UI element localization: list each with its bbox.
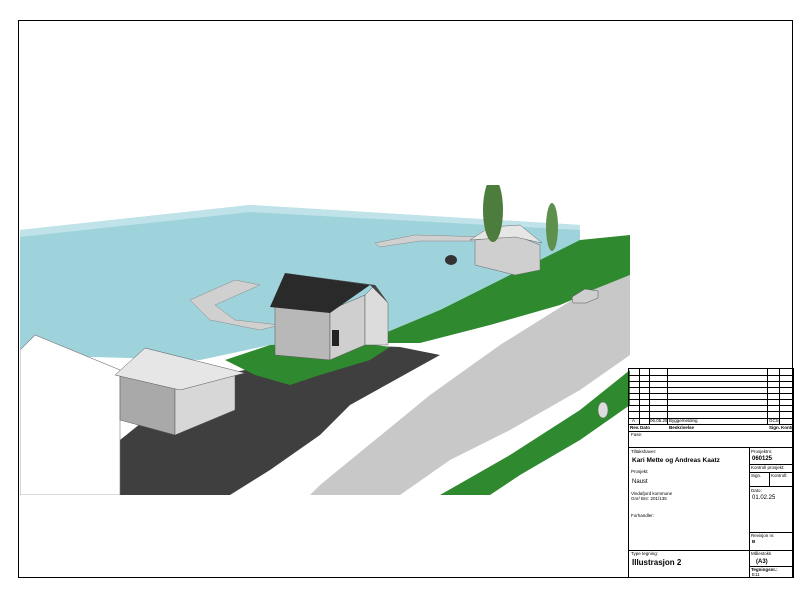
- tiltakshaver-value: Kari Mette og Andreas Kaatz: [632, 457, 720, 464]
- prosjekt-label: Prosjekt:: [631, 469, 649, 474]
- type-tegning-value: Illustrasjon 2: [632, 558, 682, 567]
- boathouse-wall-front: [274, 304, 331, 361]
- title-block: A 06.05.25 Byggemelding GCS Rev. Dato Be…: [628, 368, 794, 578]
- rev-date-value: 06.05.25: [650, 418, 668, 423]
- shrub: [445, 255, 457, 265]
- prosjektnr-label: Prosjektnr.: [751, 449, 773, 454]
- rev-header-description: Beskrivelse: [669, 425, 695, 430]
- revisjon-value: B: [752, 539, 756, 544]
- site-illustration: [20, 185, 630, 495]
- tree-right: [546, 203, 558, 251]
- rev-description-value: Byggemelding: [669, 418, 698, 423]
- prosjektnr-value: 060125: [752, 456, 773, 462]
- tiltakshaver-label: Tiltakshaver:: [631, 449, 657, 454]
- malestokk-value: (A3): [756, 559, 768, 565]
- house-left: [20, 334, 121, 495]
- fase-label: Fase:: [631, 432, 643, 437]
- rev-value: A: [632, 418, 636, 423]
- prosjekt-value: Naust: [632, 479, 648, 485]
- rev-header-rev: Rev.: [630, 425, 640, 430]
- sign-label: Sign.: [751, 473, 762, 478]
- rev-sign-value: GCS: [769, 418, 779, 423]
- boathouse-door: [332, 330, 339, 346]
- location-line2: Gnr/ Bnr: 201/135: [631, 496, 667, 501]
- dato-label: Dato:: [751, 488, 762, 493]
- cyclist: [597, 401, 609, 419]
- rev-header-date: Dato: [640, 425, 650, 430]
- malestokk-label: Målestokk: [751, 551, 772, 556]
- kontroll-label: Kontroll:: [771, 473, 788, 478]
- tegningsnr-value: E11: [752, 572, 760, 577]
- dato-value: 01.02.25: [752, 495, 776, 501]
- forhandler-label: Forhandler:: [631, 513, 655, 518]
- type-tegning-label: Type tegning:: [631, 551, 659, 556]
- kontroll-prosjekt-label: Kontroll prosjekt:: [751, 465, 785, 470]
- rev-header-kontroll: Kontr.: [781, 425, 794, 430]
- rev-header-sign: Sign.: [769, 425, 780, 430]
- revision-table: A 06.05.25 Byggemelding GCS Rev. Dato Be…: [629, 369, 794, 430]
- revisjon-label: Revisjon nr.: [751, 533, 775, 538]
